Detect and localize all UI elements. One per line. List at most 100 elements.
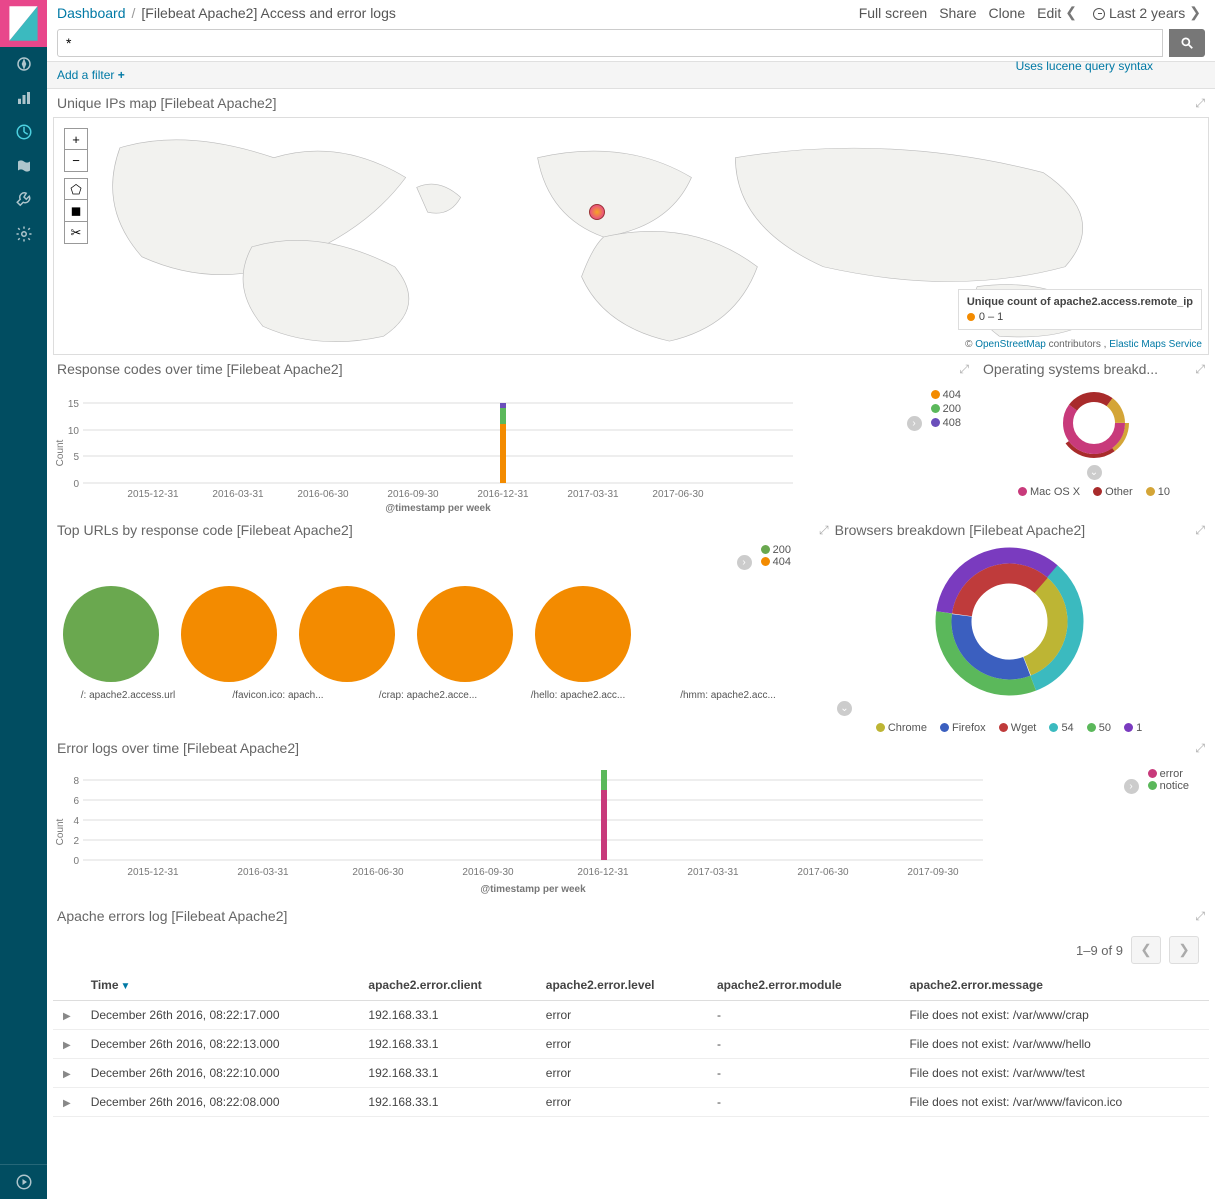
row-expand-icon[interactable]: ▶ — [63, 1011, 71, 1022]
svg-text:2016-03-31: 2016-03-31 — [212, 489, 264, 500]
time-picker[interactable]: Last 2 years — [1093, 5, 1185, 21]
cell-module: - — [707, 1088, 899, 1117]
expand-icon[interactable]: ⤢ — [1195, 523, 1205, 538]
row-expand-icon[interactable]: ▶ — [63, 1069, 71, 1080]
os-legend: Mac OS X Other 10 — [979, 486, 1209, 498]
pagination-label: 1–9 of 9 — [1076, 943, 1123, 958]
settings-icon[interactable] — [0, 217, 47, 251]
svg-text:4: 4 — [73, 816, 79, 827]
map-panel[interactable]: + − ⬠ ◼ ✂ Unique count of apache2.access… — [53, 117, 1209, 355]
full-screen-action[interactable]: Full screen — [859, 5, 927, 21]
browsers-panel-title: Browsers breakdown [Filebeat Apache2] — [835, 522, 1086, 538]
svg-text:2015-12-31: 2015-12-31 — [127, 867, 179, 878]
col-time[interactable]: Time▼ — [81, 970, 359, 1001]
errors-table: Time▼ apache2.error.client apache2.error… — [53, 970, 1209, 1117]
cell-level: error — [536, 1001, 707, 1030]
expand-icon[interactable]: ⤢ — [1195, 362, 1205, 377]
map-data-point[interactable] — [589, 204, 605, 220]
urls-pie-labels: /: apache2.access.url /favicon.ico: apac… — [53, 690, 803, 701]
breadcrumb-sep: / — [132, 5, 136, 21]
map-controls: + − ⬠ ◼ ✂ — [64, 128, 88, 244]
urls-panel-title: Top URLs by response code [Filebeat Apac… — [57, 522, 353, 538]
svg-text:Count: Count — [55, 439, 66, 466]
os-chart[interactable]: ⌄ Mac OS X Other 10 — [979, 383, 1209, 516]
expand-icon[interactable]: ⤢ — [1195, 741, 1205, 756]
visualize-icon[interactable] — [0, 81, 47, 115]
svg-text:2016-06-30: 2016-06-30 — [297, 489, 349, 500]
table-row[interactable]: ▶December 26th 2016, 08:22:13.000192.168… — [53, 1030, 1209, 1059]
expand-icon[interactable]: ⤢ — [1195, 96, 1205, 111]
cell-client: 192.168.33.1 — [358, 1088, 535, 1117]
edit-action[interactable]: Edit — [1037, 5, 1061, 21]
sort-desc-icon: ▼ — [121, 981, 131, 992]
row-expand-icon[interactable]: ▶ — [63, 1098, 71, 1109]
svg-text:0: 0 — [73, 856, 79, 867]
svg-text:2016-06-30: 2016-06-30 — [352, 867, 404, 878]
svg-text:10: 10 — [68, 426, 80, 437]
timelion-icon[interactable] — [0, 149, 47, 183]
zoom-in-button[interactable]: + — [64, 128, 88, 150]
kibana-logo[interactable] — [0, 0, 47, 47]
search-button[interactable] — [1169, 29, 1205, 57]
breadcrumb-root[interactable]: Dashboard — [57, 5, 126, 21]
share-action[interactable]: Share — [939, 5, 976, 21]
response-chart[interactable]: Count 15 10 5 0 — [53, 383, 973, 516]
lucene-help-link[interactable]: Uses lucene query syntax — [1016, 59, 1153, 73]
urls-pies — [53, 544, 803, 684]
errors-time-chart[interactable]: Count 8 6 4 2 0 2015-12-31 2016-03-31 20… — [53, 762, 1209, 902]
svg-text:2015-12-31: 2015-12-31 — [127, 489, 179, 500]
map-panel-title: Unique IPs map [Filebeat Apache2] — [57, 95, 276, 111]
dashboard-grid: Unique IPs map [Filebeat Apache2] ⤢ — [47, 89, 1215, 1199]
query-input[interactable] — [57, 29, 1163, 57]
search-bar — [47, 25, 1215, 61]
table-row[interactable]: ▶December 26th 2016, 08:22:10.000192.168… — [53, 1059, 1209, 1088]
svg-text:2017-09-30: 2017-09-30 — [907, 867, 959, 878]
browsers-legend: Chrome Firefox Wget 54 50 1 — [809, 722, 1209, 734]
expand-icon[interactable]: ⤢ — [1195, 909, 1205, 924]
col-level[interactable]: apache2.error.level — [536, 970, 707, 1001]
expand-icon[interactable]: ⤢ — [959, 362, 969, 377]
legend-toggle-icon[interactable]: ⌄ — [1087, 465, 1102, 480]
crop-button[interactable]: ✂ — [64, 222, 88, 244]
fit-rect-button[interactable]: ◼ — [64, 200, 88, 222]
browsers-donut-svg — [932, 544, 1087, 699]
col-client[interactable]: apache2.error.client — [358, 970, 535, 1001]
row-expand-icon[interactable]: ▶ — [63, 1040, 71, 1051]
time-prev-icon[interactable]: ❮ — [1065, 4, 1077, 21]
response-chart-svg: Count 15 10 5 0 — [53, 383, 803, 513]
svg-text:Count: Count — [55, 818, 66, 845]
devtools-icon[interactable] — [0, 183, 47, 217]
urls-chart[interactable]: › 200 404 — [53, 544, 803, 734]
cell-message: File does not exist: /var/www/test — [899, 1059, 1209, 1088]
osm-link[interactable]: OpenStreetMap — [975, 339, 1046, 350]
table-row[interactable]: ▶December 26th 2016, 08:22:08.000192.168… — [53, 1088, 1209, 1117]
fit-polygon-button[interactable]: ⬠ — [64, 178, 88, 200]
legend-toggle-icon[interactable]: › — [907, 416, 922, 431]
dashboard-icon[interactable] — [0, 115, 47, 149]
svg-text:2017-03-31: 2017-03-31 — [687, 867, 739, 878]
browsers-chart[interactable]: ⌄ Chrome Firefox Wget 54 50 1 — [809, 544, 1209, 734]
legend-toggle-icon[interactable]: › — [1124, 779, 1139, 794]
cell-module: - — [707, 1030, 899, 1059]
errors-time-legend: › error notice — [1124, 768, 1189, 794]
errors-log-title: Apache errors log [Filebeat Apache2] — [57, 908, 287, 924]
svg-text:2016-12-31: 2016-12-31 — [577, 867, 629, 878]
map-legend: Unique count of apache2.access.remote_ip… — [958, 289, 1202, 330]
legend-toggle-icon[interactable]: ⌄ — [837, 701, 852, 716]
time-next-icon[interactable]: ❯ — [1189, 4, 1201, 21]
collapse-icon[interactable] — [0, 1165, 47, 1199]
clone-action[interactable]: Clone — [989, 5, 1026, 21]
add-filter-link[interactable]: Add a filter + — [57, 68, 125, 82]
svg-text:@timestamp per week: @timestamp per week — [480, 884, 586, 895]
discover-icon[interactable] — [0, 47, 47, 81]
col-module[interactable]: apache2.error.module — [707, 970, 899, 1001]
zoom-out-button[interactable]: − — [64, 150, 88, 172]
table-row[interactable]: ▶December 26th 2016, 08:22:17.000192.168… — [53, 1001, 1209, 1030]
col-message[interactable]: apache2.error.message — [899, 970, 1209, 1001]
cell-client: 192.168.33.1 — [358, 1059, 535, 1088]
expand-icon[interactable]: ⤢ — [819, 523, 829, 538]
next-page-button[interactable]: ❯ — [1169, 936, 1199, 964]
prev-page-button[interactable]: ❮ — [1131, 936, 1161, 964]
legend-toggle-icon[interactable]: › — [737, 555, 752, 570]
elastic-maps-link[interactable]: Elastic Maps Service — [1109, 339, 1202, 350]
